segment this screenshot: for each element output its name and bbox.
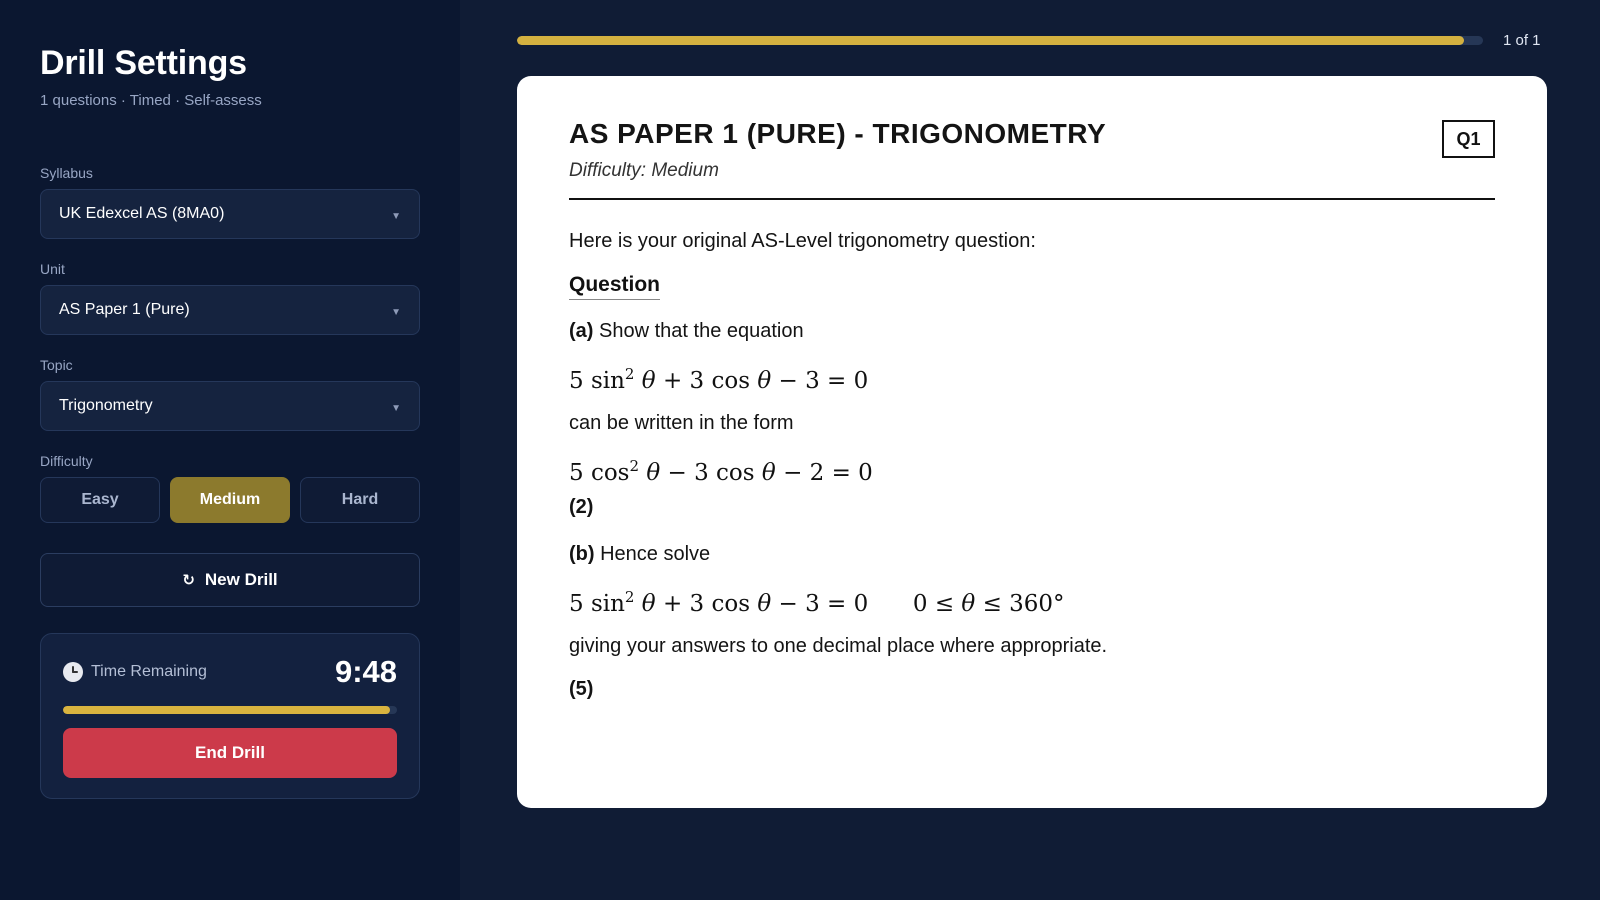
part-a-marks: (2) — [569, 496, 594, 518]
unit-value: AS Paper 1 (Pure) — [59, 301, 190, 318]
eq2-theta: θ — [761, 460, 776, 486]
refresh-icon: ↻ — [182, 572, 195, 589]
difficulty-group: Difficulty Easy Medium Hard — [40, 453, 420, 523]
timer-header: Time Remaining 9:48 — [63, 654, 397, 690]
sidebar-subtitle: 1 questions · Timed · Self-assess — [40, 92, 262, 109]
part-b-prompt: (b) Hence solve — [569, 543, 1495, 566]
answer-instructions: giving your answers to one decimal place… — [569, 635, 1108, 657]
question-intro: Here is your original AS-Level trigonome… — [569, 230, 1036, 252]
form-text: can be written in the form — [569, 412, 794, 434]
new-drill-button[interactable]: ↻ New Drill — [40, 553, 420, 607]
difficulty-easy-button[interactable]: Easy — [40, 477, 160, 523]
timer-value: 9:48 — [334, 654, 397, 689]
chevron-down-icon: ▼ — [391, 402, 401, 414]
unit-select[interactable]: AS Paper 1 (Pure) ▼ — [40, 285, 420, 335]
eq3-power: 2 — [624, 588, 635, 606]
eq1-power: 2 — [624, 365, 635, 383]
title-divider — [569, 198, 1495, 200]
question-card: AS PAPER 1 (PURE) - TRIGONOMETRY Difficu… — [517, 76, 1547, 808]
eq2-term: 5 cos — [569, 460, 630, 486]
syllabus-group: Syllabus UK Edexcel AS (8MA0) ▼ — [40, 165, 420, 239]
settings-sidebar: Drill Settings 1 questions · Timed · Sel… — [0, 0, 460, 900]
difficulty-hard-button[interactable]: Hard — [300, 477, 420, 523]
main-panel: 1 of 1 AS PAPER 1 (PURE) - TRIGONOMETRY … — [460, 0, 1600, 900]
drill-progress-track — [517, 35, 1483, 45]
equation-2: 5 cos2 θ − 3 cos θ − 2 = 0 — [569, 457, 1495, 486]
part-a-text: Show that the equation — [599, 320, 804, 342]
eq1-term: 5 sin — [569, 368, 625, 394]
timer-label-group: Time Remaining — [63, 662, 207, 682]
clock-icon — [63, 662, 83, 682]
eq2-theta: θ — [646, 460, 661, 486]
topic-value: Trigonometry — [59, 397, 153, 414]
topic-select[interactable]: Trigonometry ▼ — [40, 381, 420, 431]
equation-3: 5 sin2 θ + 3 cos θ − 3 = 0 0 ≤ θ ≤ 360° — [569, 588, 1495, 617]
sidebar-title: Drill Settings — [40, 44, 247, 82]
timer-card: Time Remaining 9:48 End Drill — [40, 633, 420, 799]
eq3-term: − 3 = 0 — [778, 591, 869, 617]
syllabus-label: Syllabus — [40, 165, 93, 181]
eq3-range: 0 ≤ — [912, 591, 955, 617]
difficulty-label: Difficulty — [40, 453, 93, 469]
new-drill-label: New Drill — [204, 570, 278, 589]
part-b-marks: (5) — [569, 678, 594, 700]
question-number-badge: Q1 — [1442, 120, 1495, 158]
progress-counter: 1 of 1 — [1503, 31, 1541, 49]
chevron-down-icon: ▼ — [391, 210, 401, 222]
unit-group: Unit AS Paper 1 (Pure) ▼ — [40, 261, 420, 335]
end-drill-button[interactable]: End Drill — [63, 728, 397, 778]
question-title: AS PAPER 1 (PURE) - TRIGONOMETRY — [569, 118, 1107, 149]
timer-progress-track — [63, 706, 397, 714]
syllabus-value: UK Edexcel AS (8MA0) — [59, 205, 225, 222]
part-b-label: (b) — [569, 543, 595, 565]
part-a-prompt: (a) Show that the equation — [569, 320, 1495, 343]
drill-progress-fill — [517, 35, 1464, 45]
question-heading: Question — [569, 273, 661, 300]
eq3-theta: θ — [757, 591, 772, 617]
eq1-term: + 3 cos — [662, 368, 751, 394]
app-root: Drill Settings 1 questions · Timed · Sel… — [0, 0, 1600, 900]
question-difficulty: Difficulty: Medium — [569, 160, 719, 181]
syllabus-select[interactable]: UK Edexcel AS (8MA0) ▼ — [40, 189, 420, 239]
eq2-term: − 2 = 0 — [783, 460, 873, 486]
eq1-term: − 3 = 0 — [778, 368, 869, 394]
topic-label: Topic — [40, 357, 73, 373]
difficulty-segmented-control: Easy Medium Hard — [40, 477, 420, 523]
eq3-range-theta: θ — [961, 591, 976, 617]
part-a-label: (a) — [569, 320, 594, 342]
eq2-term: − 3 cos — [667, 460, 755, 486]
progress-row: 1 of 1 — [517, 30, 1547, 50]
eq3-theta: θ — [641, 591, 656, 617]
topic-group: Topic Trigonometry ▼ — [40, 357, 420, 431]
timer-label: Time Remaining — [91, 663, 207, 680]
eq3-term: 5 sin — [569, 591, 625, 617]
eq3-term: + 3 cos — [662, 591, 751, 617]
equation-1: 5 sin2 θ + 3 cos θ − 3 = 0 — [569, 365, 1495, 394]
part-b-text: Hence solve — [600, 543, 711, 565]
chevron-down-icon: ▼ — [391, 306, 401, 318]
eq1-theta: θ — [641, 368, 656, 394]
difficulty-medium-button[interactable]: Medium — [170, 477, 290, 523]
timer-progress-fill — [63, 706, 391, 714]
eq2-power: 2 — [629, 457, 640, 475]
eq1-theta: θ — [757, 368, 772, 394]
eq3-range: ≤ 360° — [982, 591, 1065, 617]
unit-label: Unit — [40, 261, 65, 277]
